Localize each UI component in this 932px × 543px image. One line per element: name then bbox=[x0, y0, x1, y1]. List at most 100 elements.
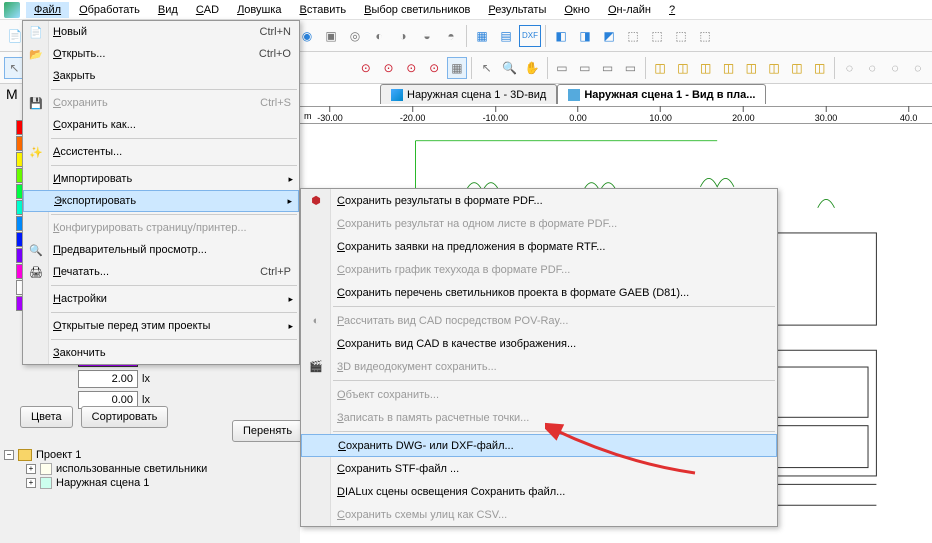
menu-assistants[interactable]: ✨ Ассистенты... bbox=[23, 141, 299, 163]
menu-trap[interactable]: Ловушка bbox=[229, 2, 289, 18]
tb2-e4-icon[interactable]: ◫ bbox=[718, 57, 739, 79]
lx-label-1: lx bbox=[142, 373, 150, 385]
tb2-e8-icon[interactable]: ◫ bbox=[809, 57, 830, 79]
tb2-magnet1-icon[interactable]: ⊙ bbox=[355, 57, 376, 79]
export-submenu: ⬢ Сохранить результаты в формате PDF... … bbox=[300, 188, 778, 527]
value1-input[interactable] bbox=[78, 370, 138, 388]
menu-insert[interactable]: Вставить bbox=[292, 2, 355, 18]
tree-child-1[interactable]: + использованные светильники bbox=[4, 462, 304, 476]
tb2-e2-icon[interactable]: ◫ bbox=[673, 57, 694, 79]
menu-window[interactable]: Окно bbox=[556, 2, 598, 18]
menu-exit[interactable]: Закончить bbox=[23, 342, 299, 364]
ruler-tick: 10.00 bbox=[649, 106, 672, 123]
tb2-e1-icon[interactable]: ◫ bbox=[650, 57, 671, 79]
tree-root[interactable]: − Проект 1 bbox=[4, 448, 304, 462]
tab-3d-view[interactable]: Наружная сцена 1 - 3D-вид bbox=[380, 84, 557, 104]
menu-settings[interactable]: Настройки▸ bbox=[23, 288, 299, 310]
expander-icon[interactable]: + bbox=[26, 478, 36, 488]
menu-open[interactable]: 📂 Открыть...Ctrl+O bbox=[23, 43, 299, 65]
menu-online[interactable]: Он-лайн bbox=[600, 2, 659, 18]
tb2-e5-icon[interactable]: ◫ bbox=[741, 57, 762, 79]
export-gaeb[interactable]: Сохранить перечень светильников проекта … bbox=[301, 281, 777, 304]
tb-tool-e-icon[interactable]: ◐ bbox=[368, 25, 390, 47]
menu-view[interactable]: Вид bbox=[150, 2, 186, 18]
tb2-d1-icon[interactable]: ▭ bbox=[552, 57, 573, 79]
tb-cube3-icon[interactable]: ◩ bbox=[598, 25, 620, 47]
menu-preview[interactable]: 🔍 Предварительный просмотр... bbox=[23, 239, 299, 261]
export-3dvideo[interactable]: 🎬 3D видеодокумент сохранить... bbox=[301, 355, 777, 378]
export-cad-image[interactable]: Сохранить вид CAD в качестве изображения… bbox=[301, 332, 777, 355]
tree-child2-label: Наружная сцена 1 bbox=[56, 477, 149, 489]
menu-print[interactable]: 🖨 Печатать...Ctrl+P bbox=[23, 261, 299, 283]
menu-page-config[interactable]: Конфигурировать страницу/принтер... bbox=[23, 217, 299, 239]
menu-luminaires[interactable]: Выбор светильников bbox=[356, 2, 478, 18]
menu-file[interactable]: Файл bbox=[26, 2, 69, 18]
tb-cube1-icon[interactable]: ◧ bbox=[550, 25, 572, 47]
sort-button[interactable]: Сортировать bbox=[81, 406, 169, 428]
tb2-f1-icon[interactable]: ◌ bbox=[839, 57, 860, 79]
tb2-e7-icon[interactable]: ◫ bbox=[786, 57, 807, 79]
export-stf[interactable]: Сохранить STF-файл ... bbox=[301, 457, 777, 480]
tb-tool-g-icon[interactable]: ◒ bbox=[416, 25, 438, 47]
tb2-e6-icon[interactable]: ◫ bbox=[764, 57, 785, 79]
tb2-f4-icon[interactable]: ◌ bbox=[907, 57, 928, 79]
accept-button[interactable]: Перенять bbox=[232, 420, 303, 442]
tb2-pan-icon[interactable]: ✋ bbox=[522, 57, 543, 79]
tb-tool-c-icon[interactable]: ▣ bbox=[320, 25, 342, 47]
export-dwg-dxf[interactable]: Сохранить DWG- или DXF-файл... bbox=[301, 434, 777, 457]
print-icon: 🖨 bbox=[28, 264, 44, 280]
menu-close[interactable]: Закрыть bbox=[23, 65, 299, 87]
tb2-d4-icon[interactable]: ▭ bbox=[620, 57, 641, 79]
tb2-f2-icon[interactable]: ◌ bbox=[862, 57, 883, 79]
tb-grid2-icon[interactable]: ▤ bbox=[495, 25, 517, 47]
menu-recent[interactable]: Открытые перед этим проекты▸ bbox=[23, 315, 299, 337]
menu-export[interactable]: Экспортировать▸ bbox=[23, 190, 299, 212]
export-pdf-one[interactable]: Сохранить результат на одном листе в фор… bbox=[301, 212, 777, 235]
tree-child-2[interactable]: + Наружная сцена 1 bbox=[4, 476, 304, 490]
tb-tool-d-icon[interactable]: ◎ bbox=[344, 25, 366, 47]
export-pdf[interactable]: ⬢ Сохранить результаты в формате PDF... bbox=[301, 189, 777, 212]
export-maint-pdf[interactable]: Сохранить график техухода в формате PDF.… bbox=[301, 258, 777, 281]
export-calc-points[interactable]: Записать в память расчетные точки... bbox=[301, 406, 777, 429]
tb2-d2-icon[interactable]: ▭ bbox=[574, 57, 595, 79]
tb2-e3-icon[interactable]: ◫ bbox=[695, 57, 716, 79]
export-rtf[interactable]: Сохранить заявки на предложения в формат… bbox=[301, 235, 777, 258]
menu-save[interactable]: 💾 СохранитьCtrl+S bbox=[23, 92, 299, 114]
tb2-cursor-icon[interactable]: ↖ bbox=[476, 57, 497, 79]
menu-help[interactable]: ? bbox=[661, 2, 683, 18]
tb2-magnet2-icon[interactable]: ⊙ bbox=[378, 57, 399, 79]
tb2-d3-icon[interactable]: ▭ bbox=[597, 57, 618, 79]
menu-edit[interactable]: Обработать bbox=[71, 2, 148, 18]
tb-misc4-icon[interactable]: ⬚ bbox=[694, 25, 716, 47]
plan-icon bbox=[568, 89, 580, 101]
menu-results[interactable]: Результаты bbox=[480, 2, 554, 18]
export-lightscene[interactable]: DIALux сцены освещения Cохранить файл... bbox=[301, 480, 777, 503]
tb-tool-h-icon[interactable]: ◓ bbox=[440, 25, 462, 47]
menu-saveas[interactable]: Сохранить как... bbox=[23, 114, 299, 136]
ruler-tick: 40.0 bbox=[900, 106, 918, 123]
tab1-label: Наружная сцена 1 - 3D-вид bbox=[407, 89, 546, 101]
expander-icon[interactable]: − bbox=[4, 450, 14, 460]
menu-new[interactable]: 📄 НовыйCtrl+N bbox=[23, 21, 299, 43]
tab-plan-view[interactable]: Наружная сцена 1 - Вид в пла... bbox=[557, 84, 766, 104]
tb2-magnet4-icon[interactable]: ⊙ bbox=[424, 57, 445, 79]
tb-dxf-icon[interactable]: DXF bbox=[519, 25, 541, 47]
tb-cube2-icon[interactable]: ◨ bbox=[574, 25, 596, 47]
tb-grid-icon[interactable]: ▦ bbox=[471, 25, 493, 47]
tb2-f3-icon[interactable]: ◌ bbox=[885, 57, 906, 79]
colors-button[interactable]: Цвета bbox=[20, 406, 73, 428]
tb2-grid-icon[interactable]: ▦ bbox=[447, 57, 468, 79]
tb-misc2-icon[interactable]: ⬚ bbox=[646, 25, 668, 47]
tb-misc-icon[interactable]: ⬚ bbox=[622, 25, 644, 47]
tb2-zoom-icon[interactable]: 🔍 bbox=[499, 57, 520, 79]
menu-import[interactable]: Импортировать▸ bbox=[23, 168, 299, 190]
export-povray[interactable]: ◐ Рассчитать вид CAD посредством POV-Ray… bbox=[301, 309, 777, 332]
export-csv[interactable]: Сохранить схемы улиц как CSV... bbox=[301, 503, 777, 526]
tb-misc3-icon[interactable]: ⬚ bbox=[670, 25, 692, 47]
tb2-magnet3-icon[interactable]: ⊙ bbox=[401, 57, 422, 79]
menu-cad[interactable]: CAD bbox=[188, 2, 227, 18]
tb-tool-f-icon[interactable]: ◑ bbox=[392, 25, 414, 47]
export-object[interactable]: Объект сохранить... bbox=[301, 383, 777, 406]
file-menu-dropdown: 📄 НовыйCtrl+N 📂 Открыть...Ctrl+O Закрыть… bbox=[22, 20, 300, 365]
expander-icon[interactable]: + bbox=[26, 464, 36, 474]
